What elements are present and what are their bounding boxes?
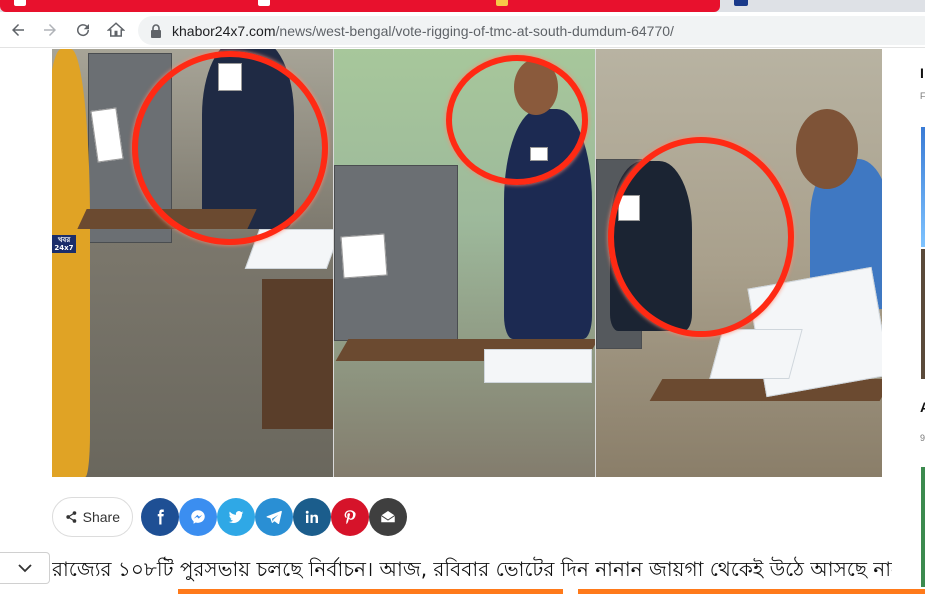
home-icon[interactable] (104, 18, 128, 42)
sidebar-meta-fragment: 9 (920, 433, 925, 443)
tab-favicon (14, 0, 26, 6)
telegram-icon (266, 510, 282, 525)
address-bar[interactable]: khabor24x7.com/news/west-bengal/vote-rig… (138, 16, 925, 45)
messenger-share-button[interactable] (179, 498, 217, 536)
browser-toolbar: khabor24x7.com/news/west-bengal/vote-rig… (0, 12, 925, 48)
hero-panel-middle (334, 49, 595, 477)
pinterest-icon (344, 510, 356, 525)
facebook-share-button[interactable] (141, 498, 179, 536)
highlight-circle (446, 55, 588, 185)
chevron-down-icon (17, 564, 32, 573)
forward-arrow-icon[interactable] (38, 18, 62, 42)
tab-strip (0, 0, 925, 12)
hero-image: খবর 24x7 (52, 49, 882, 477)
papers (484, 349, 592, 383)
sidebar-meta-fragment: F (920, 91, 925, 101)
share-button[interactable]: Share (52, 497, 133, 537)
url-text: khabor24x7.com/news/west-bengal/vote-rig… (172, 23, 674, 39)
facebook-icon (157, 509, 164, 525)
table-side (262, 279, 333, 429)
highlight-circle (132, 51, 328, 245)
person-yellow-shirt (52, 49, 90, 477)
email-share-button[interactable] (369, 498, 407, 536)
twitter-share-button[interactable] (217, 498, 255, 536)
channel-watermark: খবর 24x7 (52, 235, 76, 253)
sidebar-headline-fragment[interactable]: A (920, 399, 925, 415)
url-path: /news/west-bengal/vote-rigging-of-tmc-at… (275, 22, 674, 39)
ad-banner-bar[interactable] (578, 589, 925, 594)
linkedin-icon (305, 510, 318, 523)
ad-banner-bar[interactable] (178, 589, 563, 594)
envelope-icon (380, 511, 396, 523)
papers (709, 329, 803, 379)
highlight-circle (608, 137, 794, 337)
lock-icon (151, 23, 161, 38)
tab-favicon (496, 0, 508, 6)
collapse-toggle[interactable] (0, 552, 50, 584)
browser-tab-active[interactable] (0, 0, 720, 12)
sidebar-thumbnail[interactable] (921, 467, 925, 587)
sidebar-headline-fragment[interactable]: I (920, 65, 924, 81)
twitter-icon (228, 511, 244, 524)
official-head (796, 109, 858, 189)
telegram-share-button[interactable] (255, 498, 293, 536)
hero-panel-left: খবর 24x7 (52, 49, 333, 477)
booth-label (340, 233, 388, 279)
pinterest-share-button[interactable] (331, 498, 369, 536)
share-label: Share (82, 509, 120, 525)
page-content: খবর 24x7 Share রাজ্যের ১০৮টি পুরসভায় চল… (0, 49, 925, 594)
linkedin-share-button[interactable] (293, 498, 331, 536)
article-body: রাজ্যের ১০৮টি পুরসভায় চলছে নির্বাচন। আজ… (52, 557, 892, 581)
tab-favicon[interactable] (734, 0, 748, 6)
url-host: khabor24x7.com (172, 22, 276, 39)
sidebar-thumbnail[interactable] (921, 127, 925, 247)
share-icon (66, 511, 77, 523)
share-bar: Share (52, 497, 407, 537)
back-arrow-icon[interactable] (6, 18, 30, 42)
reload-icon[interactable] (71, 18, 95, 42)
messenger-icon (191, 510, 205, 524)
tab-favicon (258, 0, 270, 6)
sidebar-thumbnail[interactable] (921, 249, 925, 379)
hero-panel-right (596, 49, 882, 477)
